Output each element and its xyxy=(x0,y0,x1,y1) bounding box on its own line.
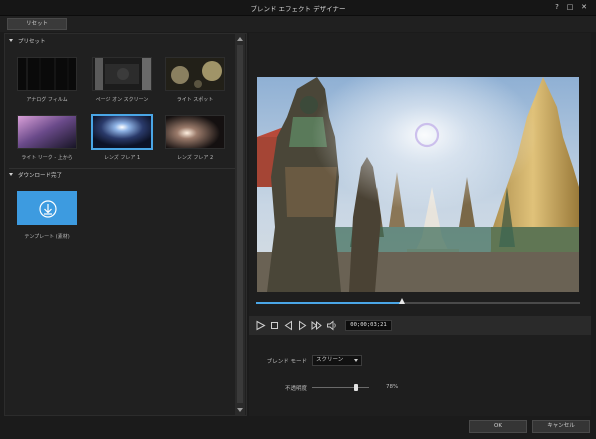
light-leak-preview xyxy=(18,116,76,148)
downloads-section-label: ダウンロード完了 xyxy=(18,173,63,179)
preset-thumb-lens-flare-1[interactable] xyxy=(91,114,153,150)
timeline-progress xyxy=(256,302,402,304)
preset-label-lens-flare-1: レンズ フレア 1 xyxy=(103,155,141,161)
presets-section-label: プリセット xyxy=(18,39,46,45)
collapse-triangle-icon xyxy=(9,39,13,42)
preset-thumb-light-leak-top[interactable] xyxy=(17,115,77,149)
opacity-slider-track xyxy=(312,387,369,388)
analog-film-preview xyxy=(18,58,76,90)
preset-thumb-lens-flare-2[interactable] xyxy=(165,115,225,149)
chevron-down-icon xyxy=(354,359,358,362)
preset-label-light-spot: ライト スポット xyxy=(176,97,214,103)
blend-mode-label: ブレンド モード xyxy=(266,359,307,365)
help-icon[interactable]: ? xyxy=(551,2,563,13)
restore-icon[interactable]: □ xyxy=(564,2,576,13)
fast-forward-icon[interactable] xyxy=(311,320,322,331)
preset-label-page-on-screen: ページ オン スクリーン xyxy=(95,97,149,103)
title-bar: ブレンド エフェクト デザイナー ? □ ✕ xyxy=(0,0,596,16)
download-template-thumb[interactable] xyxy=(17,191,77,225)
lens-flare-1-preview xyxy=(93,116,151,148)
download-icon xyxy=(39,200,57,218)
section-divider xyxy=(9,168,239,169)
page-on-screen-preview xyxy=(93,58,151,90)
preview-image xyxy=(257,77,579,292)
toolbar: リセット xyxy=(0,16,596,32)
blend-mode-select[interactable]: スクリーン xyxy=(312,355,362,366)
lens-flare-2-preview xyxy=(166,116,224,148)
opacity-slider-handle[interactable] xyxy=(354,384,359,391)
scroll-up-icon[interactable] xyxy=(237,37,243,41)
stop-icon[interactable] xyxy=(269,320,280,331)
scrollbar-thumb[interactable] xyxy=(237,45,243,403)
preset-label-analog-film: アナログ フィルム xyxy=(26,97,68,103)
downloads-section-header[interactable]: ダウンロード完了 xyxy=(9,171,62,181)
previous-frame-icon[interactable] xyxy=(283,320,294,331)
window-title: ブレンド エフェクト デザイナー xyxy=(250,5,346,13)
presets-section-header[interactable]: プリセット xyxy=(9,37,46,47)
volume-icon[interactable] xyxy=(326,320,337,331)
reset-button[interactable]: リセット xyxy=(7,18,67,30)
preset-label-light-leak-top: ライト リーク - 上から xyxy=(21,155,73,161)
preset-label-lens-flare-2: レンズ フレア 2 xyxy=(176,155,214,161)
blend-settings: ブレンド モード スクリーン 不透明度 78% xyxy=(249,337,591,416)
preset-thumb-analog-film[interactable] xyxy=(17,57,77,91)
ok-button[interactable]: OK xyxy=(469,420,527,433)
play-icon[interactable] xyxy=(255,320,266,331)
dialog-footer: OK キャンセル xyxy=(0,417,596,439)
close-icon[interactable]: ✕ xyxy=(578,2,590,13)
opacity-value: 78% xyxy=(386,384,399,390)
light-spot-preview xyxy=(166,58,224,90)
blend-mode-value: スクリーン xyxy=(316,357,344,363)
playhead-icon[interactable] xyxy=(398,298,405,304)
template-library-panel: プリセット アナログ フィルム ページ オン スクリーン ライト スポット ライ… xyxy=(4,33,247,416)
download-template-label: テンプレート (素材) xyxy=(24,234,70,240)
playback-controls: 00;00;03;21 xyxy=(249,316,591,335)
preset-thumb-light-spot[interactable] xyxy=(165,57,225,91)
next-frame-icon[interactable] xyxy=(297,320,308,331)
opacity-label: 不透明度 xyxy=(284,386,307,392)
preview-panel: 00;00;03;21 ブレンド モード スクリーン 不透明度 78% xyxy=(249,33,591,416)
opacity-slider[interactable] xyxy=(312,383,369,393)
preset-thumb-page-on-screen[interactable] xyxy=(92,57,152,91)
timecode-display: 00;00;03;21 xyxy=(345,320,392,331)
cancel-button[interactable]: キャンセル xyxy=(532,420,590,433)
collapse-triangle-icon xyxy=(9,173,13,176)
library-scrollbar[interactable] xyxy=(235,34,245,415)
temple-scene-image xyxy=(257,77,579,292)
timeline-scrubber[interactable] xyxy=(256,298,580,308)
scroll-down-icon[interactable] xyxy=(237,408,243,412)
